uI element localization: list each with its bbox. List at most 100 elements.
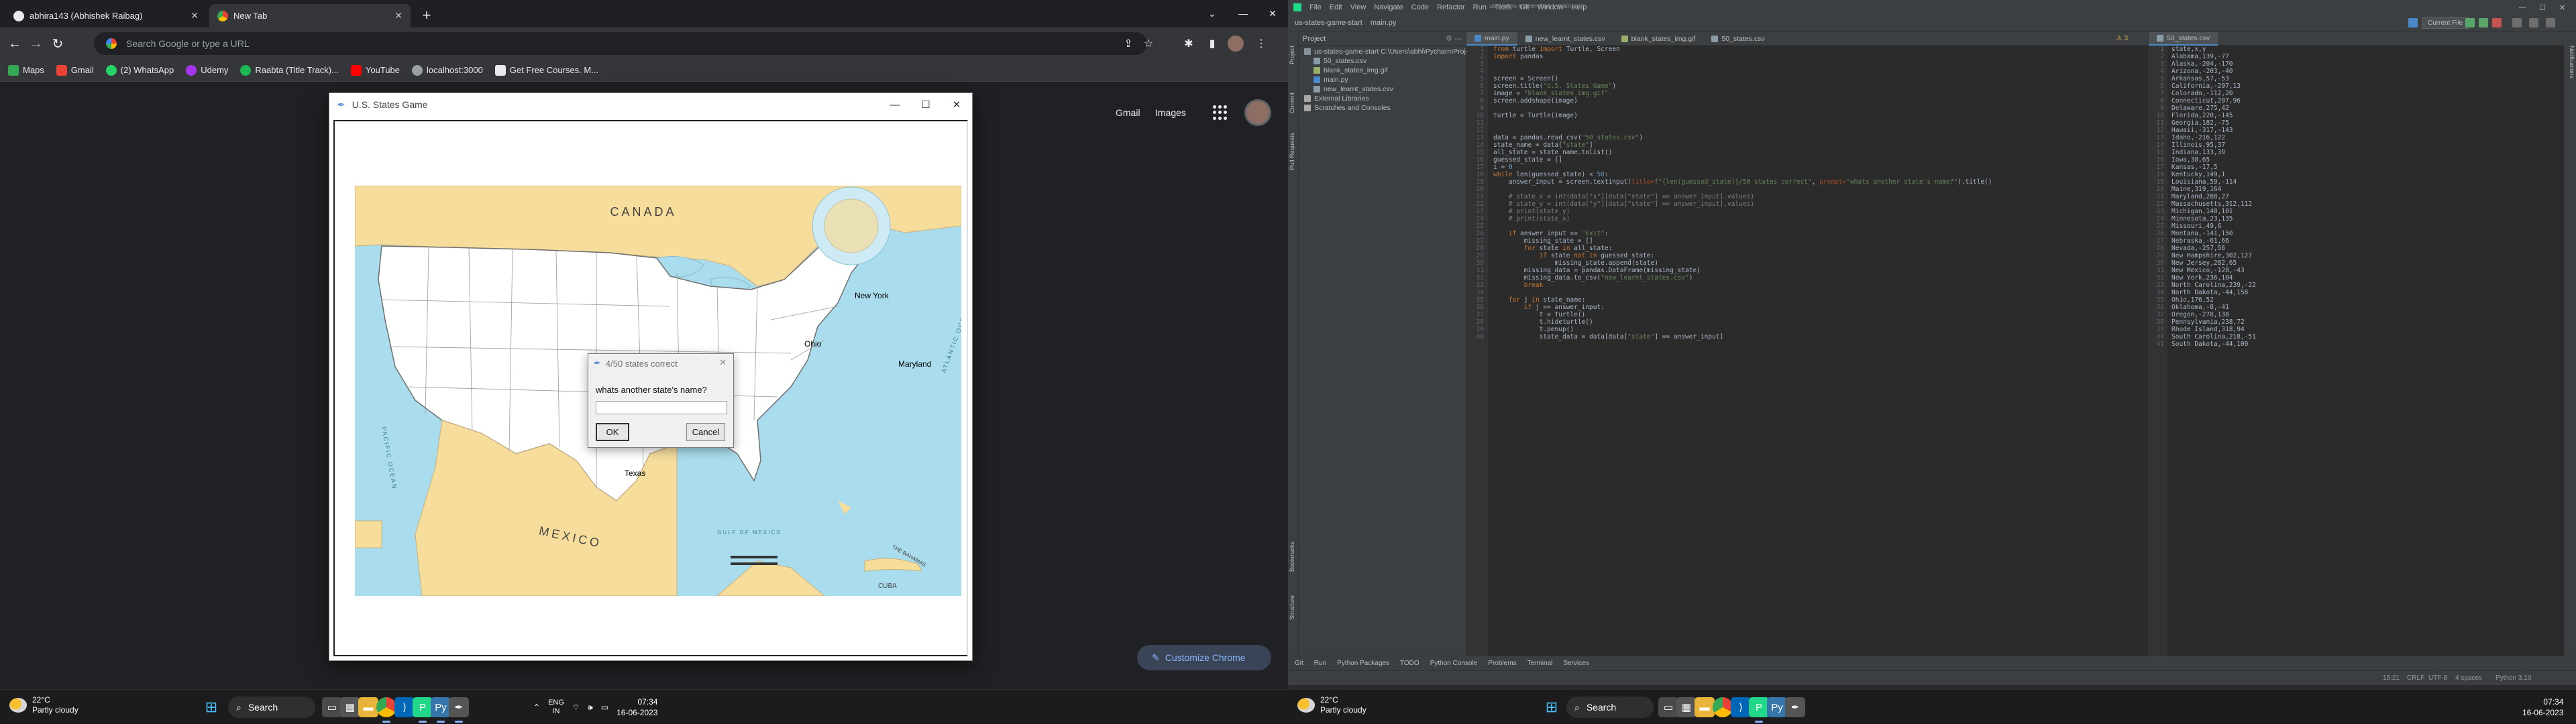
csv-line[interactable]: Florida,220,-145	[2171, 112, 2256, 119]
close-tab-icon[interactable]: ✕	[394, 10, 402, 21]
images-link[interactable]: Images	[1155, 107, 1186, 118]
csv-line[interactable]: Maine,319,164	[2171, 186, 2256, 193]
chrome-taskbar-icon[interactable]	[1713, 697, 1733, 717]
stop-icon[interactable]	[2492, 18, 2502, 27]
bookmarks-tool-tab[interactable]: Bookmarks	[1289, 542, 1298, 572]
csv-line[interactable]: state,x,y	[2171, 46, 2256, 53]
code-line[interactable]: # state_x = int(data["x"][data["state"] …	[1493, 193, 2137, 200]
csv-line[interactable]: Illinois,95,37	[2171, 141, 2256, 149]
csv-line[interactable]: Arizona,-203,-40	[2171, 68, 2256, 75]
minimize-icon[interactable]: —	[1228, 0, 1258, 27]
code-line[interactable]: answer_input = screen.textinput(title=f"…	[1493, 178, 2137, 186]
code-line[interactable]: import pandas	[1493, 53, 2137, 60]
caret-position[interactable]: 15:21	[2383, 674, 2400, 682]
pycharm-icon[interactable]: P	[413, 697, 433, 723]
editor-tab-main-py[interactable]: main.py	[1466, 32, 1517, 46]
widgets-icon[interactable]: ▦	[340, 697, 360, 717]
bookmark-free-courses[interactable]: Get Free Courses. M...	[494, 64, 598, 76]
code-line[interactable]: guessed_state = []	[1493, 156, 2137, 164]
code-line[interactable]: screen.addshape(image)	[1493, 97, 2137, 105]
widgets-icon[interactable]: ▦	[1676, 697, 1697, 717]
code-line[interactable]: # state_y = int(data["y"][data["state"] …	[1493, 200, 2137, 208]
code-line[interactable]: screen = Screen()	[1493, 75, 2137, 82]
code-line[interactable]: # print(state_x)	[1493, 215, 2137, 223]
commit-tool-tab[interactable]: Commit	[1289, 93, 1298, 113]
csv-line[interactable]: Kansas,-17,5	[2171, 164, 2256, 171]
code-line[interactable]: image = "blank_states_img.gif"	[1493, 90, 2137, 97]
editor-tab-50-states[interactable]: 50_states.csv	[1703, 32, 1772, 46]
menu-code[interactable]: Code	[1411, 3, 1429, 11]
csv-line[interactable]: Alaska,-204,-170	[2171, 60, 2256, 68]
editor-tab-blank-states-img[interactable]: blank_states_img.gif	[1613, 32, 1704, 46]
csv-line[interactable]: Iowa,38,65	[2171, 156, 2256, 164]
cancel-button[interactable]: Cancel	[686, 423, 725, 441]
menu-navigate[interactable]: Navigate	[1374, 3, 1403, 11]
bookmark-raabta[interactable]: Raabta (Title Track)...	[240, 64, 339, 76]
project-tree-item[interactable]: Scratches and Consoles	[1299, 103, 1466, 113]
tool-window-python-packages[interactable]: Python Packages	[1337, 660, 1389, 667]
task-view-icon[interactable]: ▭	[1658, 697, 1678, 717]
profile-avatar[interactable]	[1228, 36, 1244, 52]
csv-line[interactable]: New Mexico,-128,-43	[2171, 267, 2256, 274]
csv-line[interactable]: Idaho,-216,122	[2171, 134, 2256, 141]
file-encoding[interactable]: UTF-8	[2428, 674, 2447, 682]
code-line[interactable]: state_name = data["state"]	[1493, 141, 2137, 149]
debug-icon[interactable]	[2479, 18, 2488, 27]
menu-view[interactable]: View	[1350, 3, 1366, 11]
code-line[interactable]	[1493, 127, 2137, 134]
python-icon[interactable]: Py	[1767, 697, 1787, 717]
customize-chrome-button[interactable]: ✎ Customize Chrome	[1137, 645, 1271, 670]
tool-window-run[interactable]: Run	[1314, 660, 1326, 667]
settings-icon[interactable]	[2546, 18, 2555, 27]
turtle-window-taskbar-icon[interactable]: ✒	[1785, 697, 1805, 717]
csv-line[interactable]: South Carolina,218,-51	[2171, 333, 2256, 341]
run-config-select[interactable]: Current File	[2422, 17, 2469, 29]
task-view-icon[interactable]: ▭	[322, 697, 342, 717]
bookmark-maps[interactable]: Maps	[8, 64, 44, 76]
csv-line[interactable]: North Carolina,239,-22	[2171, 282, 2256, 289]
code-line[interactable]: if answer_input == "Exit":	[1493, 230, 2137, 237]
csv-line[interactable]: Arkansas,57,-53	[2171, 75, 2256, 82]
code-line[interactable]: t.penup()	[1493, 326, 2137, 333]
tab-search-icon[interactable]: ⌄	[1197, 0, 1228, 27]
file-explorer-icon[interactable]: ▬	[358, 697, 378, 717]
tool-window-todo[interactable]: TODO	[1400, 660, 1419, 667]
code-line[interactable]: missing_data = pandas.DataFrame(missing_…	[1493, 267, 2137, 274]
csv-line[interactable]: Nebraska,-61,66	[2171, 237, 2256, 245]
csv-line[interactable]: Maryland,288,27	[2171, 193, 2256, 200]
bookmark-udemy[interactable]: Udemy	[186, 64, 228, 76]
git-icon[interactable]	[2512, 18, 2522, 27]
new-tab-button[interactable]: +	[417, 7, 436, 25]
breadcrumb-project[interactable]: us-states-game-start	[1295, 19, 1362, 27]
code-line[interactable]: for state in all_state:	[1493, 245, 2137, 252]
project-panel-title[interactable]: Project	[1303, 35, 1326, 43]
clock[interactable]: 07:34 16-06-2023	[616, 697, 657, 718]
notifications-tool-tab[interactable]: Notifications	[2566, 46, 2575, 78]
line-separator[interactable]: CRLF	[2407, 674, 2424, 682]
file-explorer-icon[interactable]: ▬	[1695, 697, 1715, 717]
minimize-icon[interactable]: —	[879, 93, 910, 116]
close-icon[interactable]: ✕	[719, 357, 727, 368]
vscode-icon[interactable]: ⟩	[1731, 697, 1751, 717]
ok-button[interactable]: OK	[596, 423, 629, 441]
project-tree-item[interactable]: 50_states.csv	[1299, 56, 1466, 66]
indent-setting[interactable]: 4 spaces	[2455, 674, 2482, 682]
csv-line[interactable]: Montana,-141,150	[2171, 230, 2256, 237]
wifi-icon[interactable]: ⌔	[572, 703, 580, 713]
code-line[interactable]	[1493, 289, 2137, 296]
tool-window-terminal[interactable]: Terminal	[1527, 660, 1553, 667]
code-line[interactable]: missing_data.to_csv("new_learnt_states.c…	[1493, 274, 2137, 282]
csv-line[interactable]: Pennsylvania,238,72	[2171, 318, 2256, 326]
csv-line[interactable]: Nevada,-257,56	[2171, 245, 2256, 252]
extensions-icon[interactable]: ✱	[1181, 36, 1197, 52]
csv-line[interactable]: New York,236,104	[2171, 274, 2256, 282]
project-tree-item[interactable]: External Libraries	[1299, 94, 1466, 103]
csv-line[interactable]: Connecticut,297,96	[2171, 97, 2256, 105]
csv-line[interactable]: Indiana,133,39	[2171, 149, 2256, 156]
back-icon[interactable]: ←	[4, 33, 25, 54]
pycharm-icon[interactable]: P	[1749, 697, 1769, 723]
code-line[interactable]: screen.title("U.S. States Game")	[1493, 82, 2137, 90]
python-icon[interactable]: Py	[431, 697, 451, 723]
breadcrumb-file[interactable]: main.py	[1371, 19, 1397, 27]
bookmark-whatsapp[interactable]: (2) WhatsApp	[105, 64, 174, 76]
